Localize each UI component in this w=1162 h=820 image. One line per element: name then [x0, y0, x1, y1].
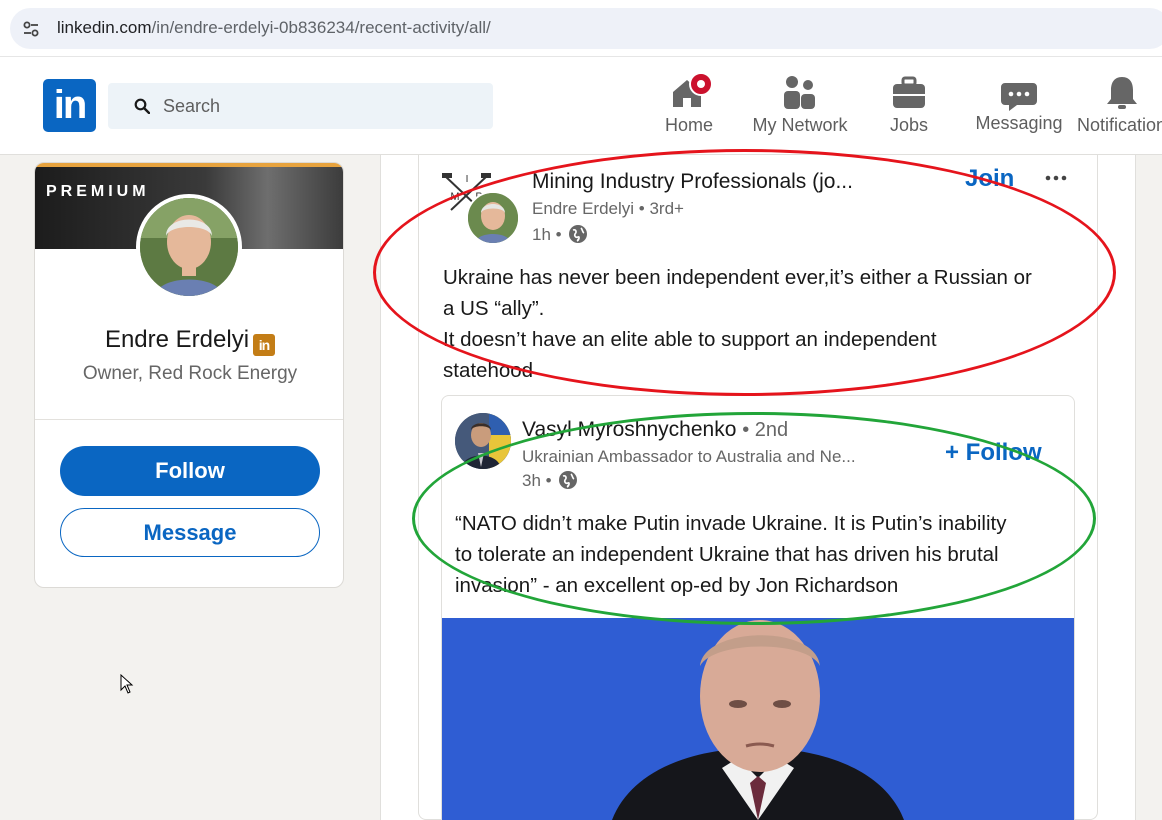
nav-notifications[interactable]: Notifications — [1077, 75, 1162, 141]
post-text-line: It doesn’t have an elite able to support… — [443, 328, 937, 351]
author-name[interactable]: Vasyl Myroshnychenko — [522, 418, 736, 441]
linkedin-logo[interactable]: in — [43, 79, 96, 132]
post-text-line: invasion” - an excellent op-ed by Jon Ri… — [455, 574, 899, 597]
nav-jobs-label: Jobs — [889, 115, 929, 135]
nav-my-network[interactable]: My Network — [745, 75, 855, 141]
premium-badge-icon: in — [253, 334, 276, 356]
post-text-line: “NATO didn’t make Putin invade Ukraine. … — [455, 512, 1007, 535]
nav-home-label: Home — [664, 115, 713, 135]
group-name[interactable]: Mining Industry Professionals (jo... — [532, 170, 853, 194]
follow-author-button[interactable]: + Follow — [945, 439, 1042, 467]
divider — [35, 419, 343, 420]
nav-home[interactable]: Home — [655, 72, 723, 141]
profile-headline: Owner, Red Rock Energy — [82, 363, 298, 384]
mouse-cursor-icon — [120, 674, 134, 694]
network-icon — [784, 76, 815, 109]
actor-avatar[interactable] — [466, 191, 520, 245]
author-degree: • 2nd — [742, 419, 789, 441]
nav-notifications-label: Notifications — [1077, 115, 1162, 135]
post-actor: Endre Erdelyi • 3rd+ — [532, 199, 684, 219]
url-field[interactable]: linkedin.com/in/endre-erdelyi-0b836234/r… — [10, 8, 1162, 49]
browser-address-bar: linkedin.com/in/endre-erdelyi-0b836234/r… — [0, 0, 1162, 57]
actor-photo — [468, 193, 518, 243]
actor-degree: • 3rd+ — [638, 199, 684, 218]
profile-name-text: Endre Erdelyi — [104, 326, 250, 353]
profile-avatar[interactable] — [136, 194, 242, 300]
nav-jobs[interactable]: Jobs — [878, 75, 940, 141]
svg-text:M: M — [450, 191, 459, 203]
author-line: Vasyl Myroshnychenko • 2nd — [522, 418, 788, 442]
post-time: 3h • — [522, 471, 552, 490]
nav-my-network-label: My Network — [752, 115, 848, 135]
site-settings-icon[interactable] — [22, 20, 40, 38]
post-text-line: statehood — [443, 359, 534, 382]
more-options-icon[interactable] — [1043, 168, 1069, 188]
post-text-line: to tolerate an independent Ukraine that … — [455, 543, 999, 566]
post-text-line: Ukraine has never been independent ever,… — [443, 266, 1032, 289]
author-avatar[interactable] — [455, 413, 511, 469]
actor-name[interactable]: Endre Erdelyi — [532, 199, 634, 218]
url-text[interactable]: linkedin.com/in/endre-erdelyi-0b836234/r… — [57, 18, 491, 38]
messaging-icon — [1001, 83, 1037, 111]
post-text: “NATO didn’t make Putin invade Ukraine. … — [455, 508, 1055, 601]
post-timestamp: 3h • — [522, 470, 578, 491]
message-button[interactable]: Message — [60, 508, 320, 557]
follow-button[interactable]: Follow — [60, 446, 320, 496]
nav-messaging[interactable]: Messaging — [972, 75, 1066, 141]
author-headline: Ukrainian Ambassador to Australia and Ne… — [522, 447, 856, 466]
url-host: linkedin.com — [57, 18, 152, 37]
nav-messaging-label: Messaging — [975, 113, 1063, 133]
search-box[interactable] — [108, 83, 493, 129]
svg-text:I: I — [466, 174, 469, 185]
globe-icon — [568, 225, 587, 243]
post-image[interactable] — [442, 618, 1074, 820]
author-photo — [455, 413, 511, 469]
post-photo — [442, 618, 1074, 820]
bell-icon — [1107, 77, 1137, 109]
search-icon — [134, 98, 150, 114]
profile-photo — [140, 198, 238, 296]
linkedin-header: in Home My Network Jobs — [0, 57, 1162, 155]
post-text: Ukraine has never been independent ever,… — [443, 262, 1083, 386]
post-time: 1h • — [532, 225, 562, 244]
profile-card: PREMIUM Endre Erdelyi in Owner, Red Rock … — [34, 162, 344, 588]
notification-dot — [689, 72, 713, 96]
profile-name: Endre Erdelyi in — [35, 326, 343, 356]
post-timestamp: 1h • — [532, 224, 588, 245]
join-button[interactable]: Join — [965, 165, 1014, 193]
post-text-line: a US “ally”. — [443, 297, 545, 320]
search-input[interactable] — [163, 83, 483, 129]
globe-icon — [558, 471, 577, 489]
briefcase-icon — [893, 76, 925, 108]
url-path: /in/endre-erdelyi-0b836234/recent-activi… — [151, 18, 491, 37]
premium-label: PREMIUM — [46, 183, 150, 200]
